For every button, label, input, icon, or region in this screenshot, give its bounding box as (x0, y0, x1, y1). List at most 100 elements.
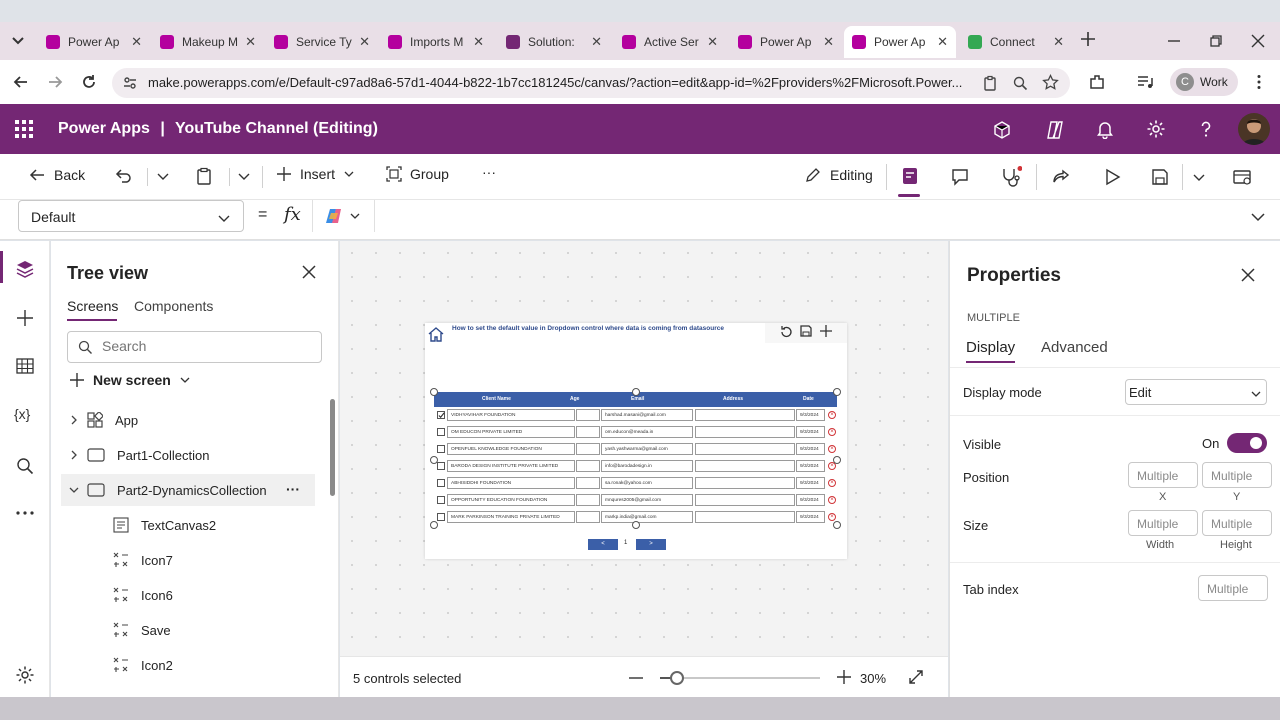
preview-play-icon[interactable] (1102, 167, 1122, 187)
fit-to-window-icon[interactable] (908, 669, 924, 685)
cell-email[interactable]: om.educon@meada.in (601, 426, 693, 438)
tab-close-icon[interactable]: ✕ (245, 34, 256, 50)
extensions-icon[interactable] (1088, 73, 1106, 91)
app-screen-preview[interactable]: How to set the default value in Dropdown… (425, 323, 847, 559)
new-screen-button[interactable]: New screen (69, 372, 191, 388)
help-icon[interactable] (1196, 119, 1216, 139)
display-mode-dropdown[interactable]: Edit (1125, 379, 1267, 405)
back-button[interactable]: Back (28, 166, 85, 184)
formula-input[interactable] (376, 200, 1238, 232)
tab-screens[interactable]: Screens (67, 298, 118, 321)
tree-node-save[interactable]: Save (113, 614, 313, 646)
browser-tab[interactable]: Service Ty ✕ (266, 26, 378, 58)
width-field[interactable]: Multiple (1128, 510, 1198, 536)
cell-client-name[interactable]: MARK PARKINSON TRAINING PRIVATE LIMITED (447, 511, 575, 523)
cell-address[interactable] (695, 477, 795, 489)
restore-icon[interactable] (1208, 33, 1224, 49)
reload-icon[interactable] (80, 73, 98, 91)
cell-email[interactable]: harshad.masani@gmail.com (601, 409, 693, 421)
bookmark-star-icon[interactable] (1042, 74, 1059, 91)
tab-close-icon[interactable]: ✕ (937, 34, 948, 50)
row-checkbox[interactable] (437, 496, 445, 504)
expand-formula-chevron-icon[interactable] (1250, 209, 1266, 225)
tab-close-icon[interactable]: ✕ (131, 34, 142, 50)
browser-menu-icon[interactable] (1250, 73, 1268, 91)
close-icon[interactable] (301, 264, 317, 280)
chevron-down-icon[interactable] (69, 485, 79, 495)
cell-address[interactable] (695, 494, 795, 506)
selection-handle[interactable] (430, 456, 438, 464)
tab-close-icon[interactable]: ✕ (823, 34, 834, 50)
tree-search-box[interactable] (67, 331, 322, 363)
notifications-bell-icon[interactable] (1095, 119, 1115, 139)
tab-index-field[interactable]: Multiple (1198, 575, 1268, 601)
selection-handle[interactable] (833, 388, 841, 396)
cell-age[interactable] (576, 494, 600, 506)
browser-tab[interactable]: Power Ap ✕ (730, 26, 842, 58)
variables-icon[interactable]: {x} (14, 406, 30, 422)
home-icon[interactable] (427, 325, 445, 343)
selection-handle[interactable] (833, 456, 841, 464)
table-row[interactable]: OM EDUCON PRIVATE LIMITED om.educon@mead… (434, 424, 837, 441)
data-table-icon[interactable] (15, 356, 35, 376)
height-field[interactable]: Multiple (1202, 510, 1272, 536)
search-input[interactable] (102, 338, 302, 354)
minimize-icon[interactable] (1166, 33, 1182, 49)
cell-date[interactable]: 9/3/2024 (796, 426, 825, 438)
tab-display[interactable]: Display (966, 339, 1016, 363)
copilot-icon[interactable] (1044, 119, 1066, 141)
selection-handle[interactable] (632, 388, 640, 396)
cell-address[interactable] (695, 511, 795, 523)
profile-button[interactable]: C Work (1170, 68, 1238, 96)
cell-client-name[interactable]: OPENFUEL KNOWLEDGE FOUNDATION (447, 443, 575, 455)
delete-row-icon[interactable]: × (828, 428, 836, 436)
media-control-icon[interactable] (1136, 73, 1154, 91)
next-page-button[interactable]: > (636, 539, 666, 550)
cell-email[interactable]: markp.india@gmail.com (601, 511, 693, 523)
paste-icon[interactable] (195, 167, 213, 185)
zoom-out-icon[interactable] (628, 671, 644, 685)
redo-chevron-icon[interactable] (156, 169, 170, 183)
cell-address[interactable] (695, 409, 795, 421)
tree-node-app[interactable]: App (61, 404, 315, 436)
cell-address[interactable] (695, 460, 795, 472)
environment-icon[interactable] (992, 120, 1012, 140)
url-omnibox[interactable]: make.powerapps.com/e/Default-c97ad8a6-57… (112, 68, 1070, 98)
browser-tab[interactable]: Solution: ✕ (498, 26, 610, 58)
delete-row-icon[interactable]: × (828, 513, 836, 521)
row-checkbox[interactable] (437, 428, 445, 436)
clipboard-icon[interactable] (982, 75, 998, 91)
tree-node-icon2[interactable]: Icon2 (113, 649, 313, 681)
cell-age[interactable] (576, 409, 600, 421)
cell-date[interactable]: 9/3/2024 (796, 494, 825, 506)
prev-page-button[interactable]: < (588, 539, 618, 550)
back-arrow-icon[interactable] (12, 73, 30, 91)
row-checkbox[interactable] (437, 479, 445, 487)
tab-search-chevron-icon[interactable] (10, 32, 26, 48)
delete-row-icon[interactable]: × (828, 479, 836, 487)
selection-handle[interactable] (430, 521, 438, 529)
site-settings-icon[interactable] (122, 75, 138, 91)
close-icon[interactable] (1240, 267, 1256, 283)
paste-chevron-icon[interactable] (237, 169, 251, 183)
table-row[interactable]: ABHISIDDHI FOUNDATION sa.ronak@yahoo.com… (434, 475, 837, 492)
visible-toggle[interactable] (1227, 433, 1267, 453)
browser-tab[interactable]: Imports M ✕ (380, 26, 492, 58)
copilot-formula-button[interactable] (312, 200, 375, 232)
cell-email[interactable]: yash.yashwarma@gmail.com (601, 443, 693, 455)
save-icon[interactable] (1150, 167, 1170, 187)
search-icon[interactable] (15, 456, 35, 476)
cell-client-name[interactable]: OM EDUCON PRIVATE LIMITED (447, 426, 575, 438)
cell-email[interactable]: info@barodadesign.in (601, 460, 693, 472)
chevron-right-icon[interactable] (69, 415, 79, 425)
new-tab-icon[interactable] (1080, 31, 1096, 47)
design-canvas[interactable]: How to set the default value in Dropdown… (340, 241, 948, 656)
cell-email[interactable]: sa.ronak@yahoo.com (601, 477, 693, 489)
delete-row-icon[interactable]: × (828, 445, 836, 453)
selection-handle[interactable] (632, 521, 640, 529)
insert-button[interactable]: Insert (276, 166, 355, 182)
app-launcher-icon[interactable] (15, 120, 33, 138)
tree-node-icon6[interactable]: Icon6 (113, 579, 313, 611)
tab-components[interactable]: Components (134, 298, 213, 314)
cell-age[interactable] (576, 477, 600, 489)
